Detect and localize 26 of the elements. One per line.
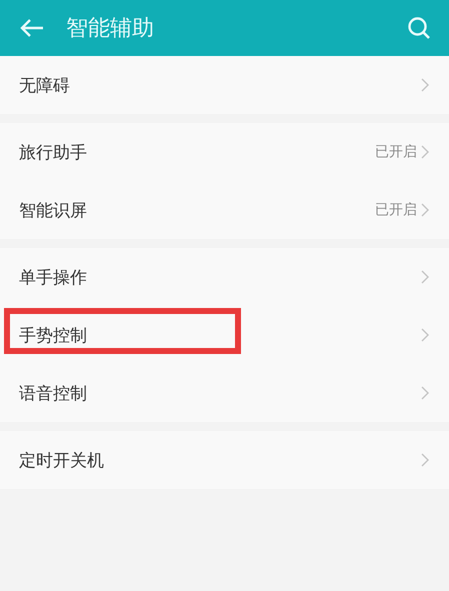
back-arrow-icon[interactable] (20, 18, 44, 38)
settings-row[interactable]: 无障碍 (0, 56, 449, 114)
settings-row[interactable]: 智能识屏 已开启 (0, 181, 449, 239)
chevron-icon (421, 386, 429, 400)
setting-label: 智能识屏 (19, 200, 88, 222)
settings-row[interactable]: 旅行助手 已开启 (0, 123, 449, 181)
setting-label: 定时开关机 (19, 450, 105, 472)
chevron-icon (421, 203, 429, 217)
settings-row[interactable]: 手势控制 (0, 306, 449, 364)
setting-label: 旅行助手 (19, 142, 88, 164)
chevron-icon (421, 328, 429, 342)
setting-label: 语音控制 (19, 382, 88, 404)
search-icon[interactable] (407, 16, 431, 40)
chevron-icon (421, 78, 429, 92)
setting-label: 单手操作 (19, 266, 88, 288)
chevron-icon (421, 453, 429, 467)
settings-row[interactable]: 语音控制 (0, 364, 449, 422)
settings-row[interactable]: 单手操作 (0, 248, 449, 306)
setting-status: 已开启 (375, 143, 417, 161)
chevron-icon (421, 145, 429, 159)
settings-row[interactable]: 定时开关机 (0, 431, 449, 489)
chevron-icon (421, 270, 429, 284)
setting-label: 手势控制 (19, 324, 88, 346)
page-title: 智能辅助 (66, 15, 155, 43)
setting-status: 已开启 (375, 201, 417, 219)
setting-label: 无障碍 (19, 74, 71, 96)
